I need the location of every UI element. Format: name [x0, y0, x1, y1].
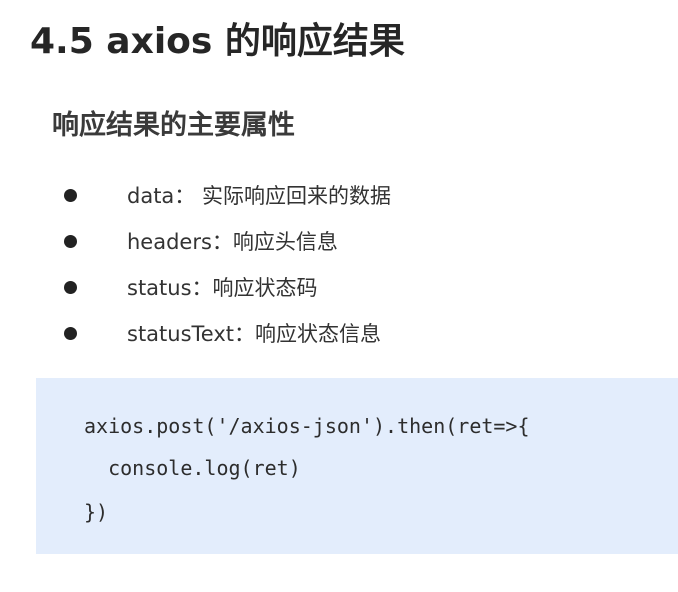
code-block: axios.post('/axios-json').then(ret=>{ co…: [36, 378, 678, 554]
attribute-list: data： 实际响应回来的数据 headers：响应头信息 status：响应状…: [0, 172, 678, 356]
attribute-text: data： 实际响应回来的数据: [127, 184, 391, 208]
attribute-text: headers：响应头信息: [127, 230, 338, 254]
page-title: 4.5 axios 的响应结果: [30, 21, 405, 62]
code-line: }): [84, 500, 109, 524]
list-item: status：响应状态码: [0, 264, 678, 310]
list-item: statusText：响应状态信息: [0, 310, 678, 356]
bullet-icon: [64, 281, 77, 294]
bullet-icon: [64, 327, 77, 340]
code-line: axios.post('/axios-json').then(ret=>{: [84, 414, 530, 438]
attribute-text: statusText：响应状态信息: [127, 322, 381, 346]
code-line: console.log(ret): [84, 456, 301, 480]
list-item: headers：响应头信息: [0, 218, 678, 264]
section-heading: 响应结果的主要属性: [52, 110, 295, 141]
list-item: data： 实际响应回来的数据: [0, 172, 678, 218]
bullet-icon: [64, 189, 77, 202]
attribute-text: status：响应状态码: [127, 276, 318, 300]
bullet-icon: [64, 235, 77, 248]
